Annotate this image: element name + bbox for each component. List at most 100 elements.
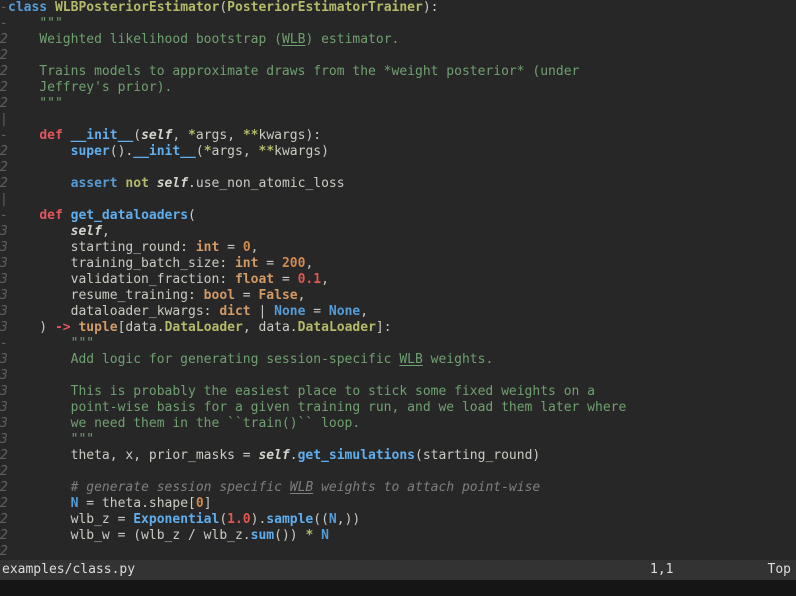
token: , — [251, 240, 259, 255]
fold-column-marker[interactable]: 2 — [0, 448, 8, 464]
fold-column-marker[interactable]: 2 — [0, 160, 8, 176]
code-line[interactable]: 3 Add logic for generating session-speci… — [0, 352, 796, 368]
code-text: super().__init__(*args, **kwargs) — [8, 144, 329, 160]
code-line[interactable]: | — [0, 192, 796, 208]
token — [8, 176, 71, 191]
fold-column-marker[interactable]: | — [0, 112, 8, 128]
code-line[interactable]: 2 — [0, 48, 796, 64]
fold-column-marker[interactable]: 3 — [0, 416, 8, 432]
code-line[interactable]: 3 — [0, 368, 796, 384]
token: Jeffrey's prior). — [8, 80, 172, 95]
fold-column-marker[interactable]: 3 — [0, 384, 8, 400]
code-line[interactable]: 2 assert not self.use_non_atomic_loss — [0, 176, 796, 192]
token: Exponential — [133, 512, 219, 527]
fold-column-marker[interactable]: 3 — [0, 320, 8, 336]
code-line[interactable]: 2 N = theta.shape[0] — [0, 496, 796, 512]
fold-column-marker[interactable]: 2 — [0, 512, 8, 528]
fold-column-marker[interactable]: 2 — [0, 480, 8, 496]
code-line[interactable]: 2 wlb_w = (wlb_z / wlb_z.sum()) * N — [0, 528, 796, 544]
token — [8, 144, 71, 159]
fold-column-marker[interactable]: 3 — [0, 400, 8, 416]
code-line[interactable]: 2 wlb_z = Exponential(1.0).sample((N,)) — [0, 512, 796, 528]
fold-column-marker[interactable]: 2 — [0, 176, 8, 192]
fold-column-marker[interactable]: 3 — [0, 256, 8, 272]
code-line[interactable]: 2 — [0, 544, 796, 560]
token — [8, 208, 39, 223]
token: None — [274, 304, 305, 319]
fold-column-marker[interactable]: 2 — [0, 496, 8, 512]
code-line[interactable]: - """ — [0, 336, 796, 352]
token — [8, 16, 39, 31]
code-line[interactable]: - """ — [0, 16, 796, 32]
token: not — [125, 176, 148, 191]
fold-column-marker[interactable]: | — [0, 192, 8, 208]
fold-column-marker[interactable]: 3 — [0, 288, 8, 304]
token: weights. — [423, 352, 493, 367]
code-line[interactable]: 3 self, — [0, 224, 796, 240]
code-text: Add logic for generating session-specifi… — [8, 352, 493, 368]
fold-column-marker[interactable]: 2 — [0, 544, 8, 560]
code-line[interactable]: 3 This is probably the easiest place to … — [0, 384, 796, 400]
fold-column-marker[interactable]: 3 — [0, 368, 8, 384]
token: 0 — [196, 496, 204, 511]
code-line[interactable]: 2 Trains models to approximate draws fro… — [0, 64, 796, 80]
code-line[interactable]: 3 starting_round: int = 0, — [0, 240, 796, 256]
code-line[interactable]: 2 # generate session specific WLB weight… — [0, 480, 796, 496]
token: kwargs — [274, 144, 321, 159]
token: ,)) — [337, 512, 360, 527]
fold-column-marker[interactable]: 2 — [0, 80, 8, 96]
fold-column-marker[interactable]: 2 — [0, 64, 8, 80]
fold-column-marker[interactable]: - — [0, 336, 8, 352]
fold-column-marker[interactable]: - — [0, 128, 8, 144]
token: """ — [8, 96, 63, 111]
token: (). — [110, 144, 133, 159]
fold-column-marker[interactable]: 2 — [0, 528, 8, 544]
code-line[interactable]: 3 training_batch_size: int = 200, — [0, 256, 796, 272]
fold-column-marker[interactable]: - — [0, 0, 8, 16]
code-line[interactable]: 3 """ — [0, 432, 796, 448]
token: = — [235, 288, 258, 303]
code-line[interactable]: 2 — [0, 464, 796, 480]
token: kwargs — [259, 128, 306, 143]
code-line[interactable]: 3 we need them in the ``train()`` loop. — [0, 416, 796, 432]
fold-column-marker[interactable]: 3 — [0, 224, 8, 240]
fold-column-marker[interactable]: - — [0, 16, 8, 32]
code-line[interactable]: - def __init__(self, *args, **kwargs): — [0, 128, 796, 144]
token: * — [204, 144, 212, 159]
code-line[interactable]: 3 validation_fraction: float = 0.1, — [0, 272, 796, 288]
code-line[interactable]: 3 point-wise basis for a given training … — [0, 400, 796, 416]
code-line[interactable]: 2 Weighted likelihood bootstrap (WLB) es… — [0, 32, 796, 48]
code-line[interactable]: -class WLBPosteriorEstimator(PosteriorEs… — [0, 0, 796, 16]
code-line[interactable]: 2 — [0, 160, 796, 176]
code-line[interactable]: 2 Jeffrey's prior). — [0, 80, 796, 96]
code-line[interactable]: 2 theta, x, prior_masks = self.get_simul… — [0, 448, 796, 464]
fold-column-marker[interactable]: 3 — [0, 240, 8, 256]
code-line[interactable]: 2 """ — [0, 96, 796, 112]
fold-column-marker[interactable]: 3 — [0, 352, 8, 368]
token: = — [219, 240, 242, 255]
code-line[interactable]: | — [0, 112, 796, 128]
code-line[interactable]: 3 resume_training: bool = False, — [0, 288, 796, 304]
token: def — [39, 128, 62, 143]
code-line[interactable]: 3 dataloader_kwargs: dict | None = None, — [0, 304, 796, 320]
fold-column-marker[interactable]: 2 — [0, 96, 8, 112]
code-line[interactable]: 3 ) -> tuple[data.DataLoader, data.DataL… — [0, 320, 796, 336]
fold-column-marker[interactable]: 2 — [0, 48, 8, 64]
fold-column-marker[interactable]: 2 — [0, 32, 8, 48]
token: """ — [71, 336, 94, 351]
token — [63, 208, 71, 223]
code-text: training_batch_size: int = 200, — [8, 256, 313, 272]
token: point-wise basis for a given training ru… — [8, 400, 626, 415]
fold-column-marker[interactable]: 3 — [0, 304, 8, 320]
code-area[interactable]: -class WLBPosteriorEstimator(PosteriorEs… — [0, 0, 796, 560]
code-line[interactable]: - def get_dataloaders( — [0, 208, 796, 224]
token: __init__ — [133, 144, 196, 159]
fold-column-marker[interactable]: 3 — [0, 272, 8, 288]
code-line[interactable]: 2 super().__init__(*args, **kwargs) — [0, 144, 796, 160]
token: ( — [219, 0, 227, 15]
token: 0 — [243, 240, 251, 255]
fold-column-marker[interactable]: 2 — [0, 464, 8, 480]
fold-column-marker[interactable]: 3 — [0, 432, 8, 448]
fold-column-marker[interactable]: 2 — [0, 144, 8, 160]
fold-column-marker[interactable]: - — [0, 208, 8, 224]
